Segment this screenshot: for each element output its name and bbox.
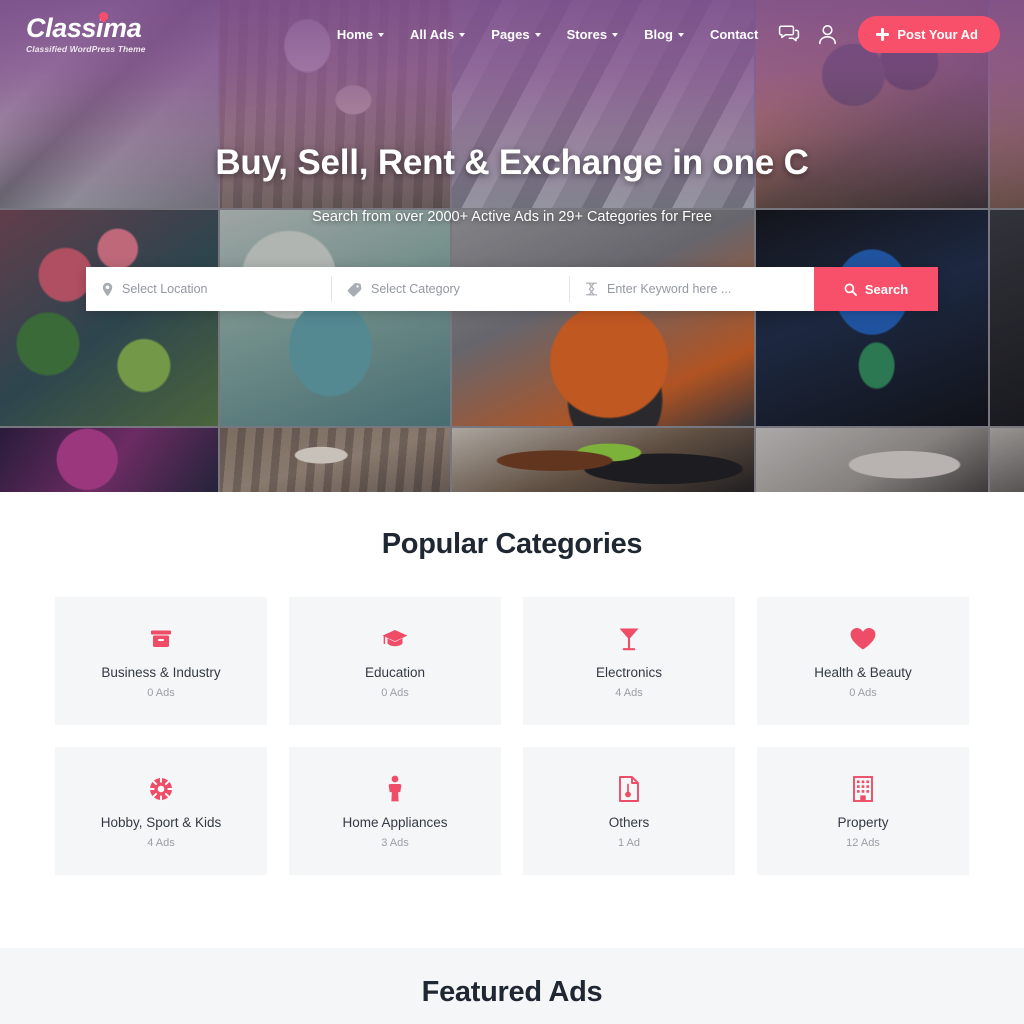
nav-item-label: Home bbox=[336, 26, 373, 42]
nav-item-blog[interactable]: Blog bbox=[644, 27, 684, 42]
keyword-placeholder: Enter Keyword here ... bbox=[607, 282, 732, 296]
chevron-down-icon bbox=[377, 33, 384, 37]
nav-item-all-ads[interactable]: All Ads bbox=[409, 26, 466, 42]
header-actions: Post Your Ad bbox=[778, 15, 1000, 53]
mosaic-tile bbox=[220, 210, 450, 426]
category-card-hobby-sport-kids[interactable]: Hobby, Sport & Kids 4 Ads bbox=[55, 747, 267, 875]
mosaic-tile bbox=[756, 210, 988, 426]
category-grid: Business & Industry 0 Ads Education 0 Ad… bbox=[55, 597, 969, 875]
site-header: Classima Classified WordPress Theme Home… bbox=[0, 0, 1024, 68]
nav-item-label: Contact bbox=[709, 26, 759, 42]
building-icon bbox=[852, 774, 874, 804]
search-button-label: Search bbox=[864, 281, 909, 297]
keyword-input[interactable]: Enter Keyword here ... bbox=[569, 267, 814, 311]
user-account-icon[interactable] bbox=[816, 23, 838, 45]
tag-icon bbox=[347, 282, 362, 297]
chevron-down-icon bbox=[677, 33, 684, 37]
category-count: 4 Ads bbox=[147, 836, 175, 849]
heart-icon bbox=[849, 624, 877, 654]
category-select[interactable]: Select Category bbox=[331, 267, 569, 311]
category-count: 0 Ads bbox=[849, 686, 877, 699]
brand-name: Classima bbox=[26, 9, 142, 42]
nav-item-label: Blog bbox=[644, 26, 673, 42]
chevron-down-icon bbox=[534, 33, 541, 37]
soccer-ball-icon bbox=[148, 774, 174, 804]
category-name: Electronics bbox=[595, 664, 663, 680]
hero-search-bar: Select Location Select Category Enter Ke… bbox=[86, 267, 938, 311]
category-placeholder: Select Category bbox=[371, 282, 460, 296]
cocktail-glass-icon bbox=[617, 624, 641, 654]
hero-photo-mosaic bbox=[0, 0, 1024, 492]
category-card-electronics[interactable]: Electronics 4 Ads bbox=[523, 597, 735, 725]
person-icon bbox=[386, 774, 404, 804]
category-name: Hobby, Sport & Kids bbox=[100, 814, 222, 830]
briefcase-box-icon bbox=[148, 624, 174, 654]
category-name: Others bbox=[608, 814, 650, 830]
chevron-down-icon bbox=[459, 33, 466, 37]
popular-categories-section: Popular Categories Business & Industry 0… bbox=[0, 492, 1024, 948]
hero-title: Buy, Sell, Rent & Exchange in one C bbox=[215, 143, 809, 182]
category-name: Education bbox=[364, 664, 426, 680]
nav-item-stores[interactable]: Stores bbox=[566, 26, 619, 42]
search-icon bbox=[844, 283, 857, 296]
mosaic-tile bbox=[990, 428, 1024, 492]
category-card-property[interactable]: Property 12 Ads bbox=[757, 747, 969, 875]
category-count: 12 Ads bbox=[846, 836, 880, 849]
chat-bubbles-icon[interactable] bbox=[778, 23, 800, 45]
category-card-education[interactable]: Education 0 Ads bbox=[289, 597, 501, 725]
mosaic-tile bbox=[452, 210, 754, 426]
popular-categories-title: Popular Categories bbox=[381, 528, 643, 560]
category-name: Property bbox=[837, 814, 889, 830]
nav-item-label: All Ads bbox=[409, 26, 455, 42]
category-count: 4 Ads bbox=[615, 686, 643, 699]
document-icon bbox=[618, 774, 640, 804]
mosaic-tile bbox=[0, 428, 218, 492]
featured-ads-section: Featured Ads bbox=[0, 948, 1024, 1024]
brand-tagline: Classified WordPress Theme bbox=[26, 43, 146, 54]
hero-subtitle: Search from over 2000+ Active Ads in 29+… bbox=[312, 209, 712, 225]
plus-icon bbox=[876, 27, 890, 41]
category-count: 1 Ad bbox=[617, 836, 641, 849]
site-logo[interactable]: Classima Classified WordPress Theme bbox=[24, 9, 254, 54]
featured-ads-title: Featured Ads bbox=[421, 976, 603, 1008]
category-count: 0 Ads bbox=[381, 686, 409, 699]
search-button[interactable]: Search bbox=[814, 267, 938, 311]
category-card-others[interactable]: Others 1 Ad bbox=[523, 747, 735, 875]
nav-item-contact[interactable]: Contact bbox=[710, 27, 758, 42]
category-name: Health & Beauty bbox=[814, 664, 912, 680]
category-card-health-beauty[interactable]: Health & Beauty 0 Ads bbox=[757, 597, 969, 725]
graduation-cap-icon bbox=[381, 624, 409, 654]
map-pin-icon bbox=[102, 282, 113, 296]
main-navigation: Home All Ads Pages Stores Blog Contact bbox=[254, 26, 759, 42]
post-your-ad-button[interactable]: Post Your Ad bbox=[858, 15, 1000, 53]
nav-item-home[interactable]: Home bbox=[337, 27, 384, 42]
post-your-ad-label: Post Your Ad bbox=[897, 26, 978, 42]
category-card-business-industry[interactable]: Business & Industry 0 Ads bbox=[55, 597, 267, 725]
chevron-down-icon bbox=[612, 33, 619, 37]
category-count: 3 Ads bbox=[381, 836, 409, 849]
nav-item-pages[interactable]: Pages bbox=[491, 26, 541, 42]
category-name: Home Appliances bbox=[342, 814, 448, 830]
mosaic-tile bbox=[452, 428, 754, 492]
category-card-home-appliances[interactable]: Home Appliances 3 Ads bbox=[289, 747, 501, 875]
mosaic-tile bbox=[0, 210, 218, 426]
hero-banner: Classima Classified WordPress Theme Home… bbox=[0, 0, 1024, 492]
nav-item-label: Stores bbox=[566, 26, 608, 42]
nav-item-label: Pages bbox=[491, 26, 530, 42]
location-placeholder: Select Location bbox=[122, 282, 208, 296]
category-count: 0 Ads bbox=[147, 686, 175, 699]
location-pin-dot-icon bbox=[97, 9, 110, 23]
mosaic-tile bbox=[756, 428, 988, 492]
mosaic-tile bbox=[220, 428, 450, 492]
location-select[interactable]: Select Location bbox=[86, 267, 331, 311]
mosaic-tile bbox=[990, 210, 1024, 426]
category-name: Business & Industry bbox=[101, 664, 221, 680]
text-cursor-icon bbox=[585, 282, 598, 296]
